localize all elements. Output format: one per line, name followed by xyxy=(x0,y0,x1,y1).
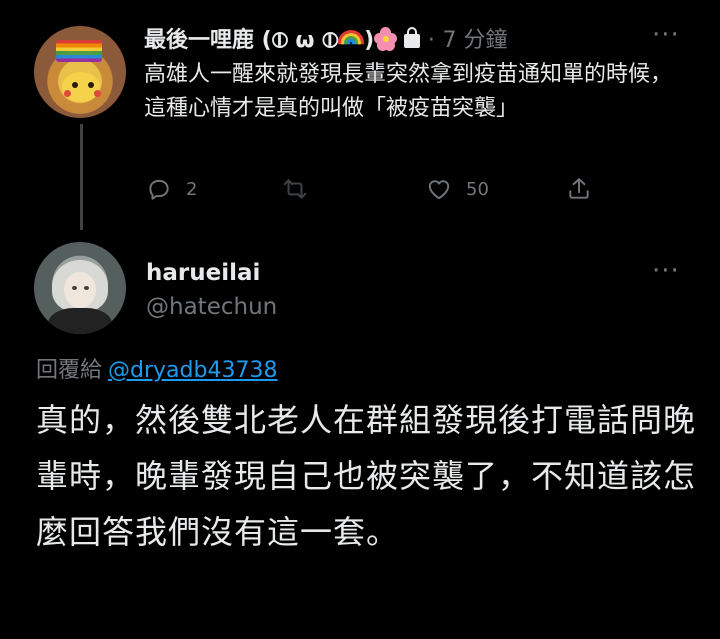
retweet-button[interactable] xyxy=(282,176,322,202)
avatar-eye xyxy=(88,82,94,88)
avatar-body xyxy=(48,308,112,334)
retweet-icon xyxy=(283,179,307,199)
avatar[interactable] xyxy=(34,242,126,334)
reply-author-handle[interactable]: @hatechun xyxy=(146,294,277,320)
like-button[interactable]: 50 xyxy=(426,176,489,202)
replying-to: 回覆給 @dryadb43738 xyxy=(36,352,277,384)
avatar-face xyxy=(62,72,100,102)
avatar-face xyxy=(64,272,96,308)
reply-button[interactable]: 2 xyxy=(146,176,197,202)
more-icon[interactable]: ··· xyxy=(652,20,680,50)
avatar-cheek xyxy=(64,90,71,97)
reply-author-name[interactable]: harueilai xyxy=(146,260,260,286)
reply-tweet-text: 真的，然後雙北老人在群組發現後打電話問晚輩時，晚輩發現自己也被突襲了，不知道該怎… xyxy=(36,401,697,551)
cherry-blossom-icon xyxy=(374,27,398,51)
tweet-time[interactable]: 7 分鐘 xyxy=(443,28,508,53)
rainbow-emoji-icon xyxy=(338,28,364,50)
rainbow-flag-image xyxy=(56,40,102,62)
replying-to-mention-link[interactable]: @dryadb43738 xyxy=(108,358,277,383)
share-button[interactable] xyxy=(566,176,592,202)
replying-to-label: 回覆給 xyxy=(36,358,103,383)
like-icon xyxy=(428,180,450,200)
parent-tweet-text: 高雄人一醒來就發現長輩突然拿到疫苗通知單的時候，這種心情才是真的叫做「被疫苗突襲… xyxy=(144,62,673,121)
avatar[interactable] xyxy=(34,26,126,118)
avatar-eye xyxy=(72,82,78,88)
separator-dot: · xyxy=(427,28,435,53)
more-icon[interactable]: ··· xyxy=(652,256,680,286)
like-count: 50 xyxy=(466,178,489,200)
avatar-eye xyxy=(84,286,89,290)
avatar-eye xyxy=(72,286,77,290)
share-icon xyxy=(569,178,589,199)
reply-count: 2 xyxy=(186,178,198,200)
lock-icon xyxy=(404,27,421,48)
parent-author-name-suffix: ) xyxy=(364,28,375,53)
thread-line xyxy=(80,124,83,230)
reply-icon xyxy=(149,179,169,200)
parent-author-row: 最後一哩鹿 (⦶ ω ⦶) · 7 分鐘 xyxy=(144,22,508,54)
avatar-cheek xyxy=(94,90,101,97)
parent-author-name[interactable]: 最後一哩鹿 (⦶ ω ⦶ xyxy=(144,28,338,53)
